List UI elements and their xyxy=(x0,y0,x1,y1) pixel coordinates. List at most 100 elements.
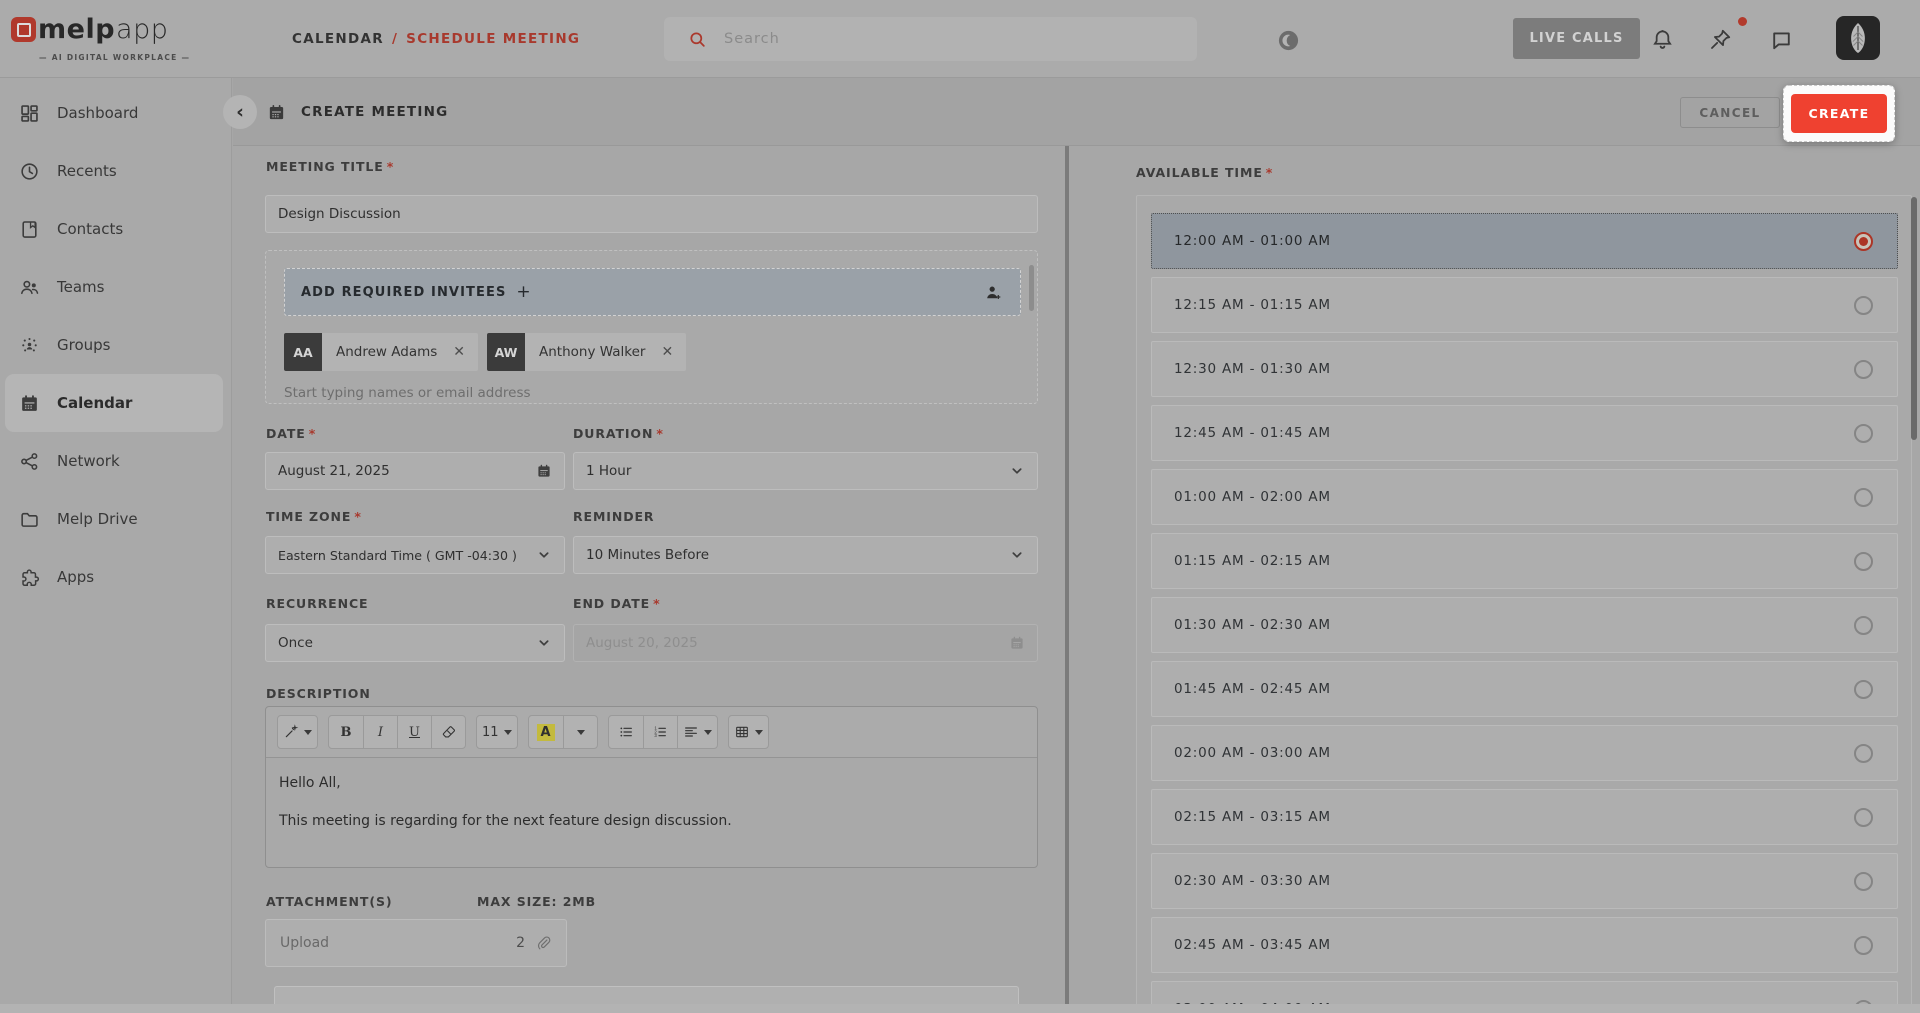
user-avatar[interactable] xyxy=(1836,16,1880,60)
insert-table-button[interactable] xyxy=(729,716,768,748)
numbered-list-button[interactable] xyxy=(643,716,677,748)
align-button[interactable] xyxy=(677,716,717,748)
end-date-field-disabled: August 20, 2025 xyxy=(573,624,1038,662)
invitees-scrollbar[interactable] xyxy=(1029,265,1034,311)
radio-selected-icon[interactable] xyxy=(1854,232,1873,251)
radio-icon[interactable] xyxy=(1854,616,1873,635)
italic-button[interactable]: I xyxy=(363,716,397,748)
font-color-button[interactable]: A xyxy=(529,716,563,748)
sidebar-item-melp-drive[interactable]: Melp Drive xyxy=(5,490,223,548)
messages-button[interactable] xyxy=(1769,28,1794,53)
paperclip-icon xyxy=(535,935,552,952)
time-slot-row[interactable]: 01:00 AM - 02:00 AM xyxy=(1151,469,1898,525)
radio-icon[interactable] xyxy=(1854,360,1873,379)
pinned-items-button[interactable] xyxy=(1708,27,1733,52)
required-asterisk: * xyxy=(387,159,394,174)
recurrence-value: Once xyxy=(278,635,536,651)
dark-mode-toggle[interactable] xyxy=(1277,29,1300,52)
date-picker-field[interactable]: August 21, 2025 xyxy=(265,452,565,490)
calendar-icon xyxy=(19,393,40,414)
clear-format-button[interactable] xyxy=(431,716,465,748)
meeting-title-input[interactable]: Design Discussion xyxy=(265,195,1038,233)
bottom-edge-strip xyxy=(0,1004,1920,1013)
upload-field[interactable]: Upload 2 xyxy=(265,919,567,967)
moon-icon xyxy=(1277,29,1300,52)
bold-button[interactable]: B xyxy=(329,716,363,748)
time-slot-row[interactable]: 12:45 AM - 01:45 AM xyxy=(1151,405,1898,461)
reminder-select[interactable]: 10 Minutes Before xyxy=(573,536,1038,574)
sidebar-item-label: Apps xyxy=(57,568,94,586)
time-slot-row[interactable]: 02:45 AM - 03:45 AM xyxy=(1151,917,1898,973)
breadcrumb-current: SCHEDULE MEETING xyxy=(406,31,580,47)
invitee-chip[interactable]: AW Anthony Walker ✕ xyxy=(487,333,686,371)
sidebar-item-contacts[interactable]: Contacts xyxy=(5,200,223,258)
required-asterisk: * xyxy=(1266,165,1273,180)
time-slot-row[interactable]: 12:15 AM - 01:15 AM xyxy=(1151,277,1898,333)
font-size-button[interactable]: 11 xyxy=(477,716,517,748)
time-slot-row[interactable]: 02:15 AM - 03:15 AM xyxy=(1151,789,1898,845)
meeting-title-value: Design Discussion xyxy=(278,206,401,222)
brand-tagline: — AI DIGITAL WORKPLACE — xyxy=(39,53,190,62)
time-slot-label: 02:00 AM - 03:00 AM xyxy=(1174,745,1331,761)
invitee-search-input[interactable]: Start typing names or email address xyxy=(284,385,531,401)
time-slot-row[interactable]: 01:30 AM - 02:30 AM xyxy=(1151,597,1898,653)
sidebar-item-recents[interactable]: Recents xyxy=(5,142,223,200)
description-textarea[interactable]: Hello All, This meeting is regarding for… xyxy=(266,758,1037,846)
calendar-small-icon xyxy=(536,463,552,479)
description-editor: B I U 11 A xyxy=(265,706,1038,868)
chip-remove-icon[interactable]: ✕ xyxy=(453,344,465,360)
duration-label: DURATION* xyxy=(573,426,664,441)
breadcrumb-parent[interactable]: CALENDAR xyxy=(292,31,384,47)
radio-icon[interactable] xyxy=(1854,488,1873,507)
underline-button[interactable]: U xyxy=(397,716,431,748)
required-asterisk: * xyxy=(656,426,663,441)
bullet-list-button[interactable] xyxy=(609,716,643,748)
sidebar-item-teams[interactable]: Teams xyxy=(5,258,223,316)
max-size-label: MAX SIZE: 2MB xyxy=(477,894,596,909)
radio-icon[interactable] xyxy=(1854,552,1873,571)
time-slot-label: 01:15 AM - 02:15 AM xyxy=(1174,553,1331,569)
sidebar-collapse-button[interactable]: ‹ xyxy=(223,95,257,129)
radio-icon[interactable] xyxy=(1854,872,1873,891)
radio-icon[interactable] xyxy=(1854,296,1873,315)
radio-icon[interactable] xyxy=(1854,808,1873,827)
time-slot-row[interactable]: 02:00 AM - 03:00 AM xyxy=(1151,725,1898,781)
cancel-button[interactable]: CANCEL xyxy=(1680,97,1780,128)
search-input[interactable]: Search xyxy=(664,17,1197,61)
radio-icon[interactable] xyxy=(1854,744,1873,763)
live-calls-button[interactable]: LIVE CALLS xyxy=(1513,18,1640,59)
paragraph-style-button[interactable] xyxy=(278,716,317,748)
calendar-icon xyxy=(267,103,286,122)
invitee-chips: AA Andrew Adams ✕ AW Anthony Walker ✕ xyxy=(284,333,686,371)
sidebar-item-dashboard[interactable]: Dashboard xyxy=(5,84,223,142)
sidebar-item-groups[interactable]: Groups xyxy=(5,316,223,374)
time-slot-row[interactable]: 01:15 AM - 02:15 AM xyxy=(1151,533,1898,589)
duration-select[interactable]: 1 Hour xyxy=(573,452,1038,490)
create-button[interactable]: CREATE xyxy=(1791,94,1887,133)
breadcrumb: CALENDAR / SCHEDULE MEETING xyxy=(292,0,580,77)
melp-logo-icon[interactable] xyxy=(11,17,36,42)
chip-remove-icon[interactable]: ✕ xyxy=(661,344,673,360)
add-invitees-bar[interactable]: ADD REQUIRED INVITEES + xyxy=(284,268,1021,316)
time-slot-row[interactable]: 12:00 AM - 01:00 AM xyxy=(1151,213,1898,269)
vertical-scrollbar-thumb[interactable] xyxy=(1911,197,1917,440)
time-slot-row[interactable]: 02:30 AM - 03:30 AM xyxy=(1151,853,1898,909)
search-icon xyxy=(688,30,707,49)
notifications-button[interactable] xyxy=(1650,27,1675,52)
time-slot-label: 01:00 AM - 02:00 AM xyxy=(1174,489,1331,505)
radio-icon[interactable] xyxy=(1854,424,1873,443)
invitee-chip[interactable]: AA Andrew Adams ✕ xyxy=(284,333,478,371)
sidebar-item-calendar[interactable]: Calendar xyxy=(5,374,223,432)
recurrence-select[interactable]: Once xyxy=(265,624,565,662)
sidebar-item-apps[interactable]: Apps xyxy=(5,548,223,606)
sidebar-item-network[interactable]: Network xyxy=(5,432,223,490)
time-slot-row[interactable]: 12:30 AM - 01:30 AM xyxy=(1151,341,1898,397)
time-slot-row[interactable]: 01:45 AM - 02:45 AM xyxy=(1151,661,1898,717)
font-color-dropdown[interactable] xyxy=(563,716,597,748)
description-line: This meeting is regarding for the next f… xyxy=(279,813,1024,829)
radio-icon[interactable] xyxy=(1854,936,1873,955)
timezone-select[interactable]: Eastern Standard Time ( GMT -04:30 ) xyxy=(265,536,565,574)
brand-light: app xyxy=(116,14,168,45)
radio-icon[interactable] xyxy=(1854,680,1873,699)
feather-avatar-image xyxy=(1840,20,1876,56)
